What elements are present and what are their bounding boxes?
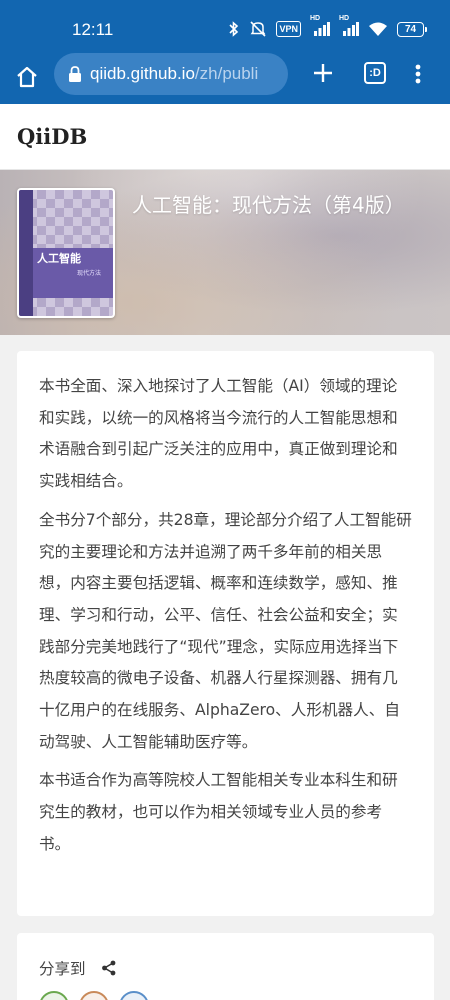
status-icons: VPN HD HD 74 [228, 15, 427, 37]
bluetooth-icon [228, 21, 240, 37]
wifi-icon [368, 21, 388, 37]
share-button-weibo[interactable] [79, 991, 109, 1000]
site-header: QiiDB [0, 104, 450, 170]
book-hero: 人工智能 现代方法 人工智能：现代方法（第4版） [0, 170, 450, 335]
browser-toolbar: qiidb.github.io/zh/publi :D [0, 52, 450, 104]
signal-label: HD [339, 15, 350, 22]
share-buttons [39, 991, 149, 1000]
description-paragraph: 本书全面、深入地探讨了人工智能（AI）领域的理论和实践，以统一的风格将当今流行的… [39, 377, 398, 491]
signal-label: HD [310, 15, 321, 22]
description-paragraph: 本书适合作为高等院校人工智能相关专业本科生和研究生的教材，也可以作为相关领域专业… [39, 771, 398, 853]
vpn-icon: VPN [276, 21, 301, 37]
share-button-qq[interactable] [119, 991, 149, 1000]
signal-icon: HD [310, 15, 330, 37]
share-label: 分享到 [39, 960, 86, 978]
status-time: 12:11 [72, 20, 114, 39]
mute-icon [249, 21, 267, 37]
book-cover: 人工智能 现代方法 [17, 188, 115, 318]
url-text[interactable]: qiidb.github.io/zh/publi [90, 64, 258, 84]
share-card: 分享到 [17, 933, 434, 1000]
url-path: /zh/publi [194, 64, 259, 83]
url-host: qiidb.github.io [90, 64, 195, 83]
cover-title: 人工智能 [37, 252, 81, 265]
share-button-wechat[interactable] [39, 991, 69, 1000]
book-cover-image: 人工智能 现代方法 [19, 190, 113, 316]
cover-spine [19, 190, 33, 316]
tabs-icon[interactable]: :D [364, 62, 386, 84]
cover-subtitle: 现代方法 [77, 270, 102, 277]
site-brand[interactable]: QiiDB [17, 124, 87, 149]
more-vert-icon[interactable] [412, 61, 424, 87]
battery-icon: 74 [397, 21, 427, 37]
share-icon [101, 960, 117, 976]
new-tab-plus-icon[interactable] [310, 60, 336, 86]
status-bar: 12:11 VPN HD HD 74 [0, 0, 450, 52]
home-icon[interactable] [14, 64, 40, 90]
description-card: 本书全面、深入地探讨了人工智能（AI）领域的理论和实践，以统一的风格将当今流行的… [17, 351, 434, 916]
lock-icon[interactable] [68, 66, 82, 82]
description-paragraph: 全书分7个部分，共28章，理论部分介绍了人工智能研究的主要理论和方法并追溯了两千… [39, 510, 412, 751]
url-bar[interactable]: qiidb.github.io/zh/publi [54, 53, 288, 95]
signal-icon: HD [339, 15, 359, 37]
book-title: 人工智能：现代方法（第4版） [132, 193, 405, 217]
